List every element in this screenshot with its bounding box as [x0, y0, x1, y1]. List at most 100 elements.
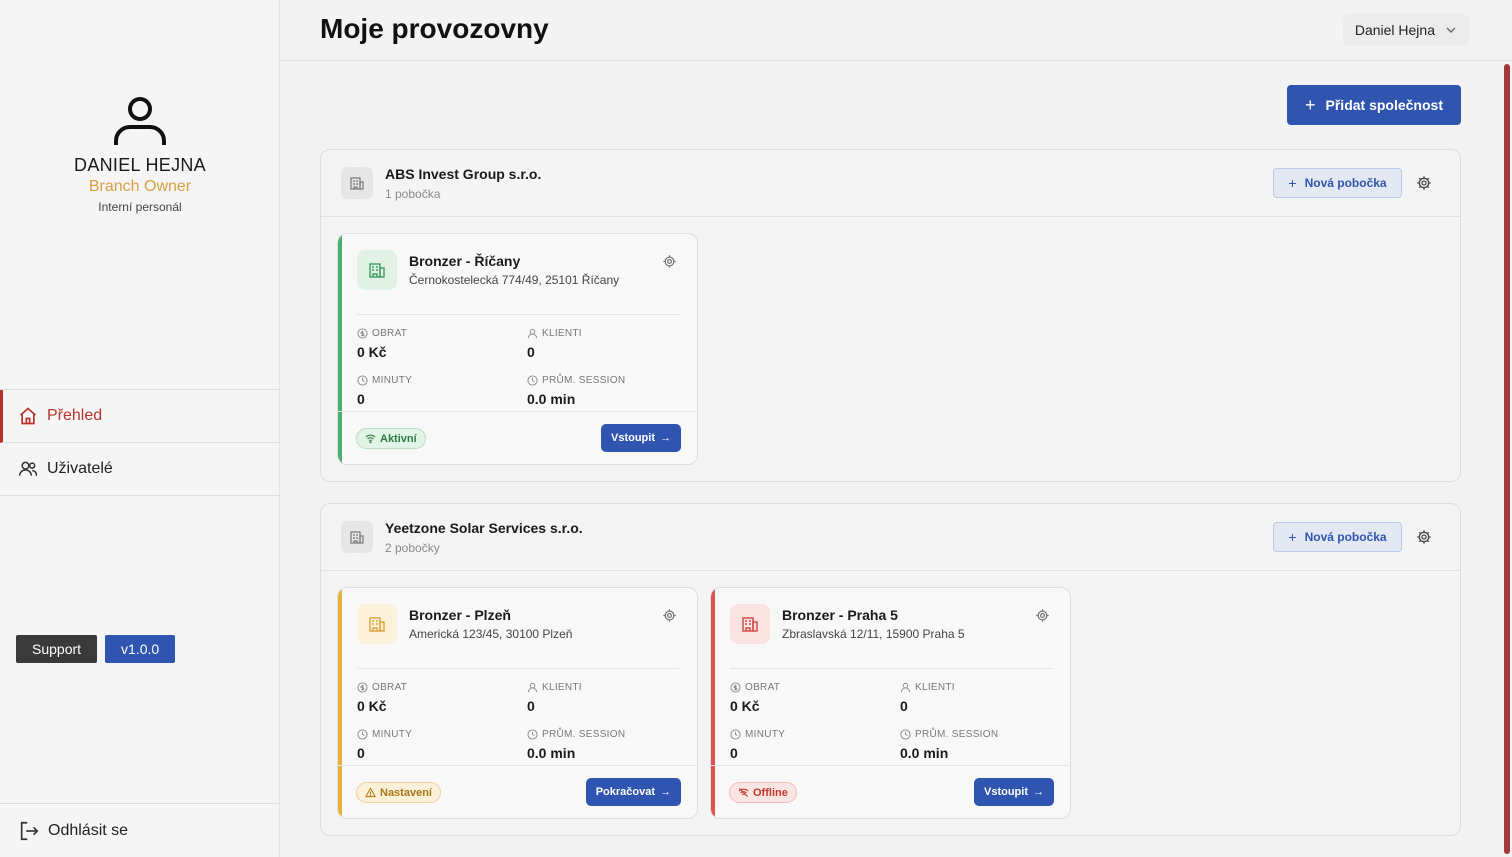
logout-button[interactable]: Odhlásit se — [0, 803, 280, 857]
sidebar-nav: Přehled Uživatelé — [0, 389, 280, 496]
plus-icon: + — [1288, 175, 1297, 191]
user-menu-name: Daniel Hejna — [1354, 22, 1435, 38]
profile-role: Branch Owner — [88, 178, 192, 195]
stat-revenue: OBRAT 0 Kč — [357, 328, 408, 360]
stat-value: 0.0 min — [900, 745, 949, 761]
user-menu-dropdown[interactable]: Daniel Hejna — [1342, 14, 1469, 46]
arrow-right-icon: → — [660, 786, 671, 798]
dollar-circle-icon — [357, 682, 368, 693]
branch-card: Bronzer - Praha 5 Zbraslavská 12/11, 159… — [710, 587, 1071, 819]
users-icon — [18, 461, 38, 476]
support-button[interactable]: Support — [16, 635, 98, 663]
status-badge: Aktivní — [356, 428, 426, 449]
branch-card: Bronzer - Říčany Černokostelecká 774/49,… — [337, 233, 698, 465]
settings-gear-icon[interactable] — [1416, 175, 1432, 191]
warning-triangle-icon — [365, 787, 376, 798]
chevron-down-icon — [1446, 27, 1456, 33]
stat-value: 0 — [527, 698, 535, 714]
divider — [357, 314, 679, 315]
continue-branch-button[interactable]: Pokračovat → — [585, 778, 681, 806]
support-row: Support v1.0.0 — [16, 635, 176, 663]
stat-value: 0 Kč — [357, 344, 387, 360]
settings-gear-icon[interactable] — [662, 608, 677, 623]
clock-icon — [527, 375, 538, 386]
new-branch-button[interactable]: + Nová pobočka — [1273, 168, 1402, 198]
branch-name: Bronzer - Plzeň — [409, 607, 511, 623]
company-branch-count: 2 pobočky — [385, 541, 440, 555]
stat-avg-session: PRŮM. SESSION 0.0 min — [900, 729, 999, 761]
clock-icon — [357, 729, 368, 740]
user-icon — [900, 682, 911, 693]
stat-value: 0 — [357, 391, 365, 407]
stat-value: 0.0 min — [527, 391, 576, 407]
stat-clients: KLIENTI 0 — [527, 328, 582, 360]
branch-card: Bronzer - Plzeň Americká 123/45, 30100 P… — [337, 587, 698, 819]
stat-revenue: OBRAT 0 Kč — [730, 682, 781, 714]
logout-icon — [20, 821, 39, 840]
stat-value: 0 Kč — [357, 698, 387, 714]
company-card: Yeetzone Solar Services s.r.o. 2 pobočky… — [320, 503, 1461, 836]
version-badge[interactable]: v1.0.0 — [105, 635, 176, 663]
enter-branch-button[interactable]: Vstoupit → — [601, 424, 681, 452]
building-icon — [341, 167, 373, 199]
sidebar-item-overview[interactable]: Přehled — [0, 390, 280, 443]
divider — [730, 668, 1052, 669]
sidebar-item-label: Přehled — [47, 407, 103, 424]
branch-building-icon — [357, 604, 397, 644]
stat-value: 0 — [900, 698, 908, 714]
branch-status-stripe — [338, 588, 342, 818]
status-badge: Nastavení — [356, 782, 441, 803]
branch-address: Černokostelecká 774/49, 25101 Říčany — [409, 273, 620, 287]
user-icon — [114, 97, 166, 145]
user-icon — [527, 328, 538, 339]
settings-gear-icon[interactable] — [1416, 529, 1432, 545]
enter-branch-button[interactable]: Vstoupit → — [974, 778, 1054, 806]
stat-clients: KLIENTI 0 — [527, 682, 582, 714]
top-header: Moje provozovny Daniel Hejna — [281, 0, 1512, 61]
branch-address: Zbraslavská 12/11, 15900 Praha 5 — [782, 627, 965, 641]
clock-icon — [357, 375, 368, 386]
branch-status-stripe — [711, 588, 715, 818]
company-header: Yeetzone Solar Services s.r.o. 2 pobočky… — [321, 504, 1460, 571]
branch-building-icon — [730, 604, 770, 644]
branch-building-icon — [357, 250, 397, 290]
add-company-label: Přidat společnost — [1325, 97, 1443, 113]
branch-name: Bronzer - Říčany — [409, 253, 521, 269]
settings-gear-icon[interactable] — [1035, 608, 1050, 623]
building-icon — [341, 521, 373, 553]
scrollbar[interactable] — [1504, 64, 1510, 854]
settings-gear-icon[interactable] — [662, 254, 677, 269]
divider — [338, 411, 697, 412]
sidebar-item-label: Uživatelé — [47, 460, 113, 477]
stat-value: 0 — [357, 745, 365, 761]
branch-name: Bronzer - Praha 5 — [782, 607, 898, 623]
stat-avg-session: PRŮM. SESSION 0.0 min — [527, 375, 626, 407]
sidebar: DANIEL HEJNA Branch Owner Interní person… — [0, 0, 280, 857]
divider — [711, 765, 1070, 766]
company-name: Yeetzone Solar Services s.r.o. — [385, 520, 583, 536]
clock-icon — [900, 729, 911, 740]
sidebar-item-users[interactable]: Uživatelé — [0, 443, 280, 496]
stat-minutes: MINUTY 0 — [357, 729, 413, 761]
clock-icon — [730, 729, 741, 740]
stat-clients: KLIENTI 0 — [900, 682, 955, 714]
profile-card: DANIEL HEJNA Branch Owner Interní person… — [0, 95, 280, 214]
add-company-button[interactable]: + Přidat společnost — [1287, 85, 1461, 125]
company-card: ABS Invest Group s.r.o. 1 pobočka + Nová… — [320, 149, 1461, 482]
stat-value: 0 — [730, 745, 738, 761]
plus-icon: + — [1288, 529, 1297, 545]
stat-minutes: MINUTY 0 — [730, 729, 786, 761]
stat-value: 0.0 min — [527, 745, 576, 761]
page-title: Moje provozovny — [320, 13, 549, 44]
wifi-off-icon — [738, 787, 749, 798]
stat-value: 0 — [527, 344, 535, 360]
profile-name: DANIEL HEJNA — [74, 155, 206, 175]
dollar-circle-icon — [730, 682, 741, 693]
new-branch-button[interactable]: + Nová pobočka — [1273, 522, 1402, 552]
branch-address: Americká 123/45, 30100 Plzeň — [409, 627, 573, 641]
new-branch-label: Nová pobočka — [1304, 530, 1387, 544]
branch-status-stripe — [338, 234, 342, 464]
arrow-right-icon: → — [1033, 786, 1044, 798]
clock-icon — [527, 729, 538, 740]
arrow-right-icon: → — [660, 432, 671, 444]
